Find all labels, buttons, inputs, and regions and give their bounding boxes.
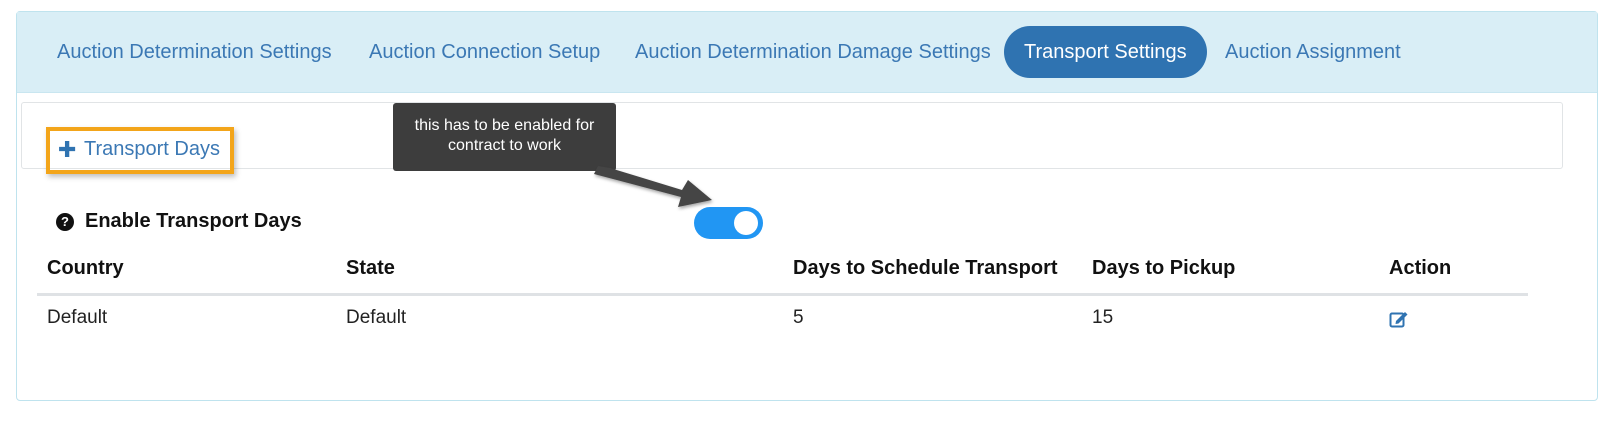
question-circle-icon[interactable]: ? [56, 213, 74, 231]
column-header-days-to-pickup: Days to Pickup [1092, 257, 1236, 279]
column-header-action: Action [1389, 257, 1452, 279]
annotation-callout: this has to be enabled for contract to w… [393, 103, 616, 171]
tab-auction-determination-settings[interactable]: Auction Determination Settings [57, 26, 332, 78]
add-transport-days-link[interactable]: ✚ Transport Days [46, 127, 234, 174]
transport-days-section [21, 102, 1563, 169]
edit-icon[interactable] [1389, 310, 1409, 328]
cell-country: Default [47, 307, 108, 328]
column-header-days-to-schedule: Days to Schedule Transport [793, 257, 1058, 279]
tab-auction-determination-damage-settings[interactable]: Auction Determination Damage Settings [635, 26, 991, 78]
enable-transport-days-toggle[interactable] [694, 207, 763, 239]
column-header-state: State [346, 257, 395, 279]
add-transport-days-label: Transport Days [84, 138, 220, 160]
column-header-country: Country [47, 257, 124, 279]
cell-days-to-schedule: 5 [793, 307, 804, 328]
cell-days-to-pickup: 15 [1092, 307, 1114, 328]
plus-icon: ✚ [58, 137, 77, 162]
toggle-knob [734, 211, 758, 235]
enable-transport-days-label: Enable Transport Days [85, 210, 302, 232]
settings-panel: Auction Determination Settings Auction C… [16, 11, 1598, 401]
tab-bar: Auction Determination Settings Auction C… [17, 12, 1597, 93]
callout-line-2: contract to work [448, 137, 561, 154]
cell-state: Default [346, 307, 407, 328]
callout-line-1: this has to be enabled for [414, 117, 595, 134]
table-header-divider [37, 293, 1528, 296]
tab-transport-settings[interactable]: Transport Settings [1004, 26, 1207, 78]
tab-auction-assignment[interactable]: Auction Assignment [1225, 26, 1401, 78]
tab-auction-connection-setup[interactable]: Auction Connection Setup [369, 26, 600, 78]
